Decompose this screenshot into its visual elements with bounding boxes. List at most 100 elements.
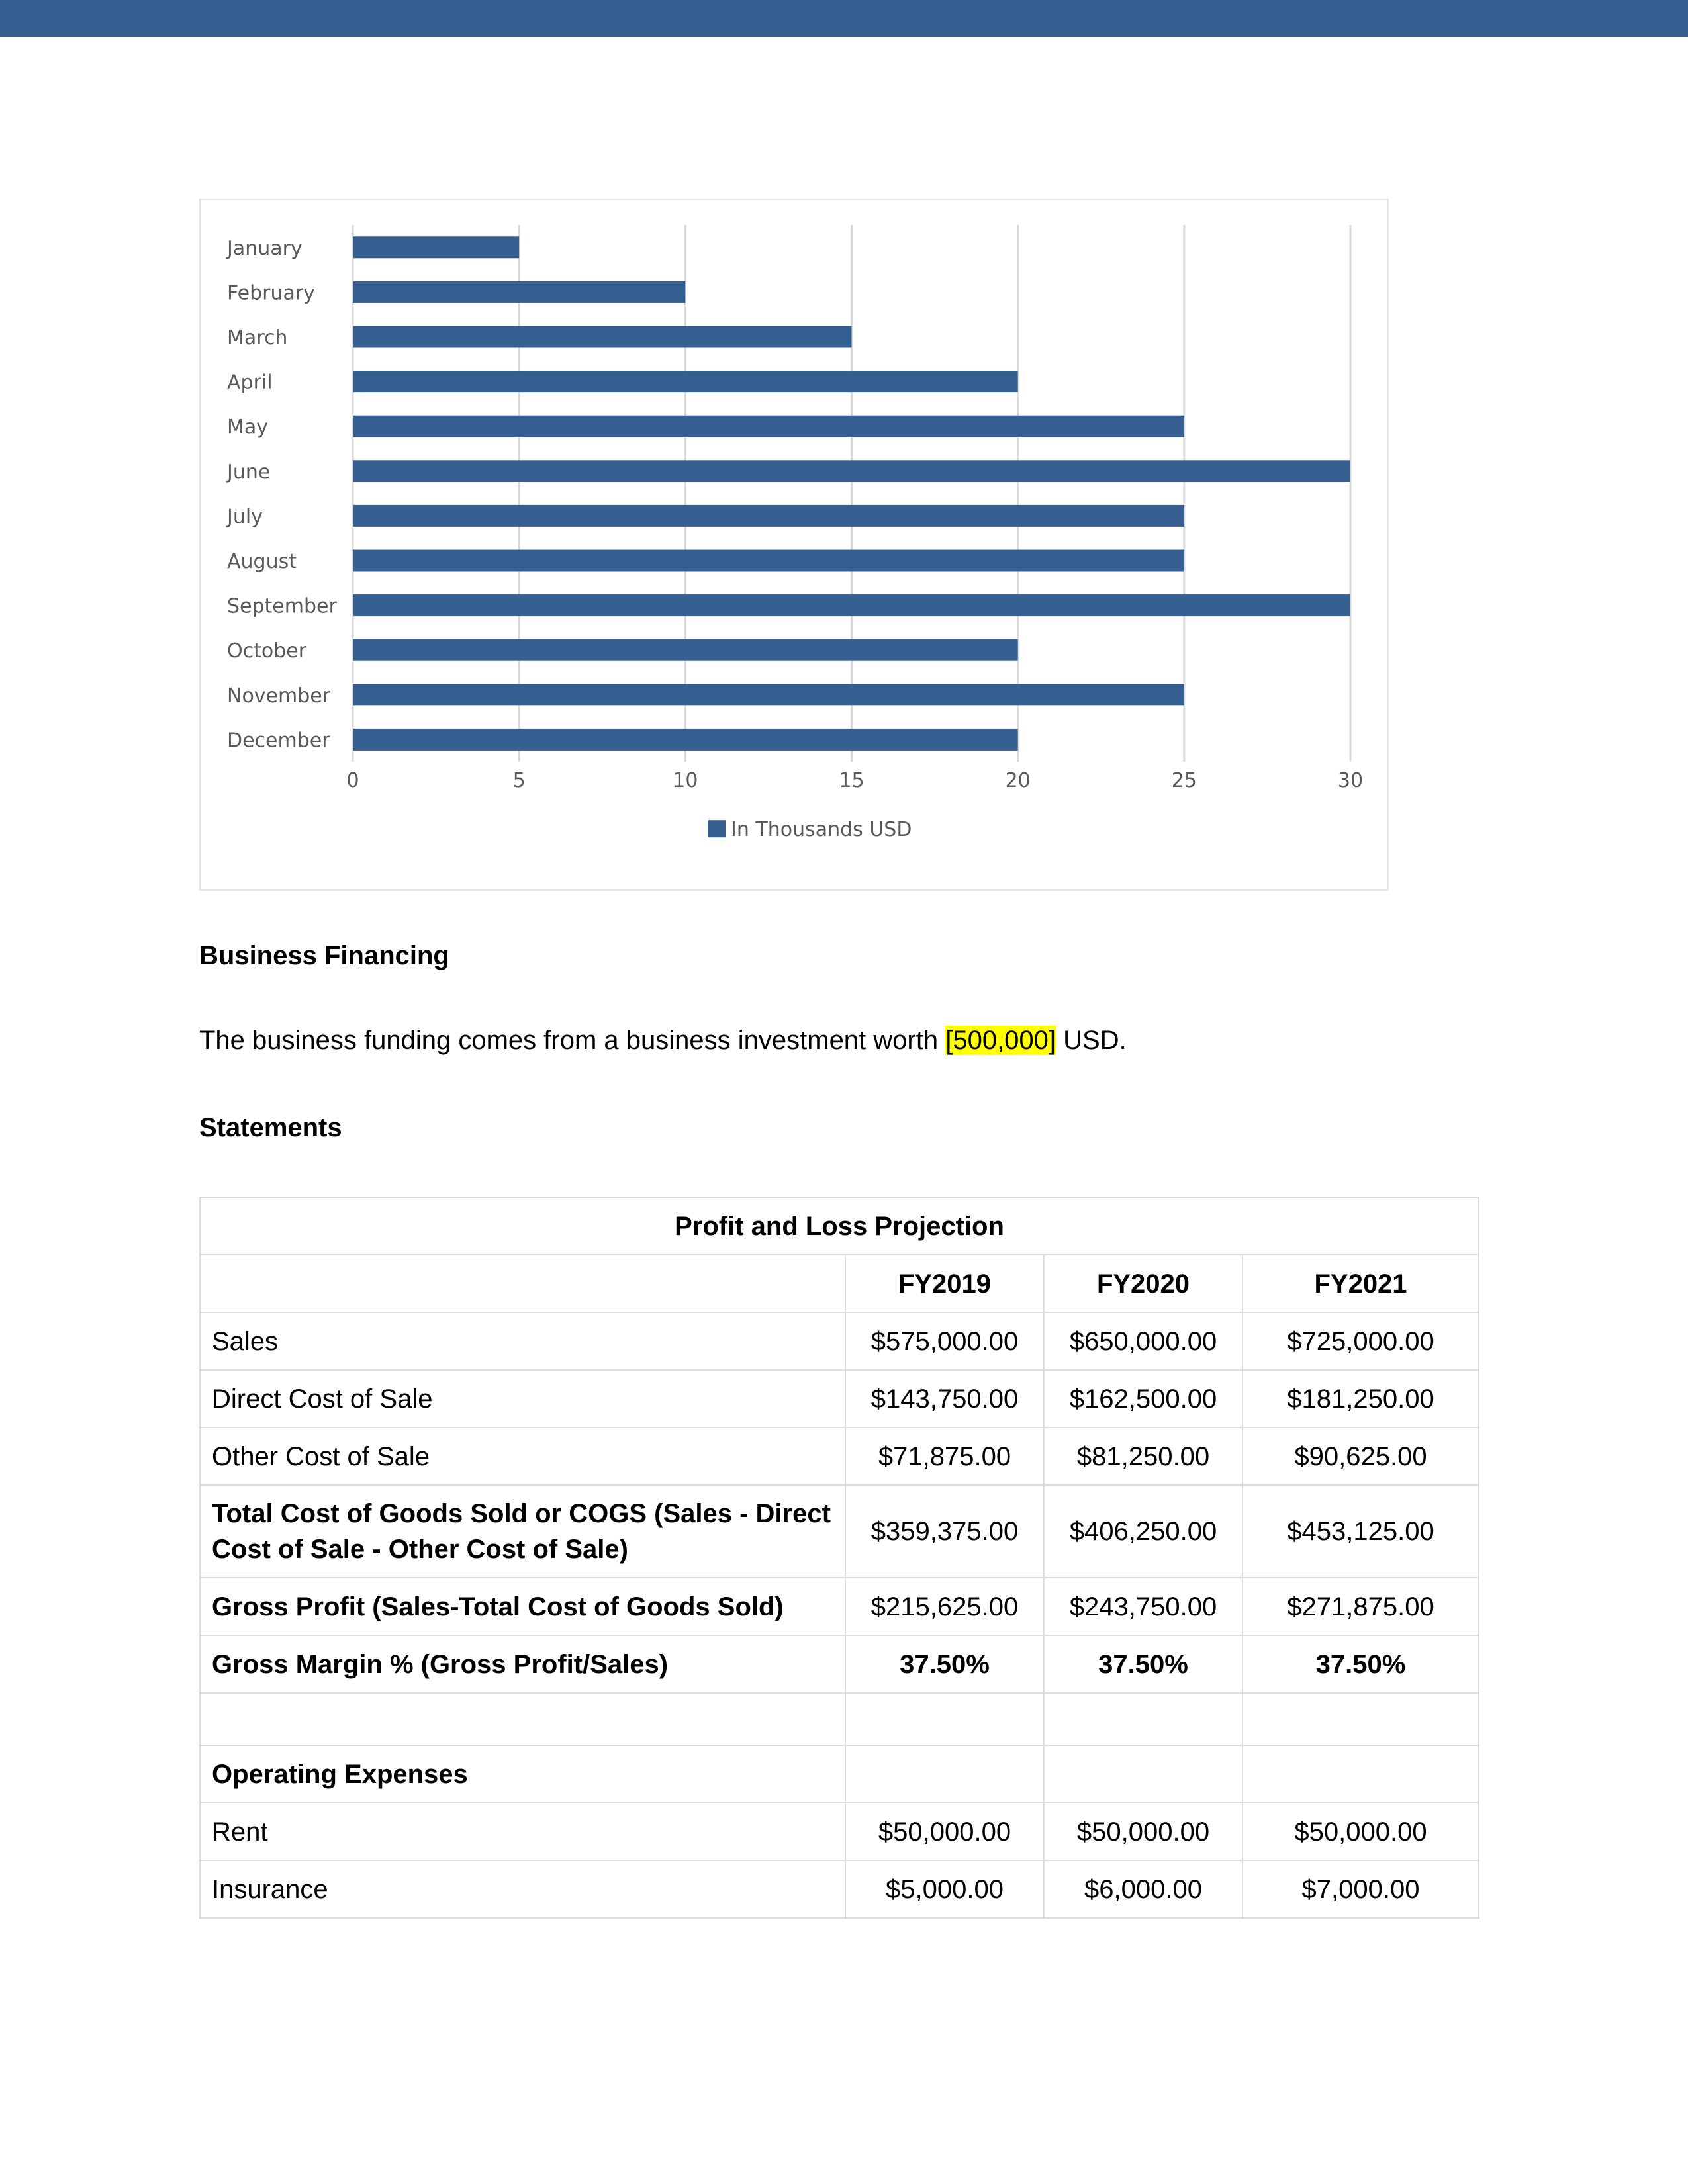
- cell-value: $7,000.00: [1241, 1860, 1480, 1919]
- header-fy2021: FY2021: [1241, 1254, 1480, 1313]
- cell-value: [845, 1692, 1045, 1746]
- cell-value: $243,750.00: [1043, 1577, 1243, 1636]
- bar-june: [353, 460, 1350, 482]
- category-label-december: December: [227, 729, 330, 752]
- financing-paragraph: The business funding comes from a busine…: [199, 1026, 1127, 1056]
- table-row-direct-cost: Direct Cost of Sale $143,750.00 $162,500…: [199, 1369, 1480, 1428]
- legend-label: In Thousands USD: [731, 818, 912, 841]
- cell-value: $90,625.00: [1241, 1427, 1480, 1486]
- chart-svg: January February March April May June July Augu…: [226, 225, 1363, 841]
- bar-october: [353, 639, 1018, 661]
- table-row-other-cost: Other Cost of Sale $71,875.00 $81,250.00…: [199, 1427, 1480, 1486]
- table-row-insurance: Insurance $5,000.00 $6,000.00 $7,000.00: [199, 1860, 1480, 1919]
- category-label-july: July: [226, 505, 263, 528]
- business-financing-heading: Business Financing: [199, 941, 449, 970]
- bar-november: [353, 684, 1184, 706]
- cell-value: $50,000.00: [845, 1802, 1045, 1861]
- cell-value: [1043, 1692, 1243, 1746]
- financing-text-before: The business funding comes from a busine…: [199, 1026, 946, 1055]
- profit-loss-table: Profit and Loss Projection FY2019 FY2020…: [199, 1197, 1480, 1919]
- tick-label-30: 30: [1338, 769, 1363, 792]
- row-label: Rent: [199, 1802, 846, 1861]
- header-empty-cell: [199, 1254, 846, 1313]
- row-label: Sales: [199, 1312, 846, 1371]
- category-label-may: May: [227, 416, 268, 439]
- category-label-april: April: [227, 371, 273, 394]
- financing-text-after: USD.: [1056, 1026, 1127, 1055]
- row-label: Total Cost of Goods Sold or COGS (Sales …: [199, 1484, 846, 1578]
- category-label-january: January: [226, 237, 303, 260]
- cell-value: $143,750.00: [845, 1369, 1045, 1428]
- statements-heading: Statements: [199, 1113, 342, 1142]
- legend-swatch: [708, 820, 726, 838]
- bar-march: [353, 326, 852, 348]
- bar-july: [353, 504, 1184, 527]
- tick-label-20: 20: [1006, 769, 1031, 792]
- table-row-rent: Rent $50,000.00 $50,000.00 $50,000.00: [199, 1802, 1480, 1861]
- cell-value: $181,250.00: [1241, 1369, 1480, 1428]
- tick-label-25: 25: [1172, 769, 1197, 792]
- table-row-sales: Sales $575,000.00 $650,000.00 $725,000.0…: [199, 1312, 1480, 1371]
- cell-value: $650,000.00: [1043, 1312, 1243, 1371]
- cell-value: [1241, 1692, 1480, 1746]
- cell-value: $50,000.00: [1043, 1802, 1243, 1861]
- category-label-june: June: [226, 461, 270, 484]
- category-label-october: October: [227, 639, 307, 662]
- table-row-operating-expenses: Operating Expenses: [199, 1745, 1480, 1803]
- bar-april: [353, 371, 1018, 393]
- tick-label-5: 5: [513, 769, 526, 792]
- bar-january: [353, 236, 520, 259]
- cell-value: [1043, 1745, 1243, 1803]
- category-label-march: March: [227, 326, 287, 349]
- cell-value: $359,375.00: [845, 1484, 1045, 1578]
- row-label: Gross Margin % (Gross Profit/Sales): [199, 1635, 846, 1694]
- cell-value: $6,000.00: [1043, 1860, 1243, 1919]
- bar-may: [353, 415, 1184, 437]
- table-row-gross-margin: Gross Margin % (Gross Profit/Sales) 37.5…: [199, 1635, 1480, 1694]
- tick-label-15: 15: [839, 769, 864, 792]
- bar-february: [353, 281, 686, 303]
- cell-value: 37.50%: [845, 1635, 1045, 1694]
- monthly-sales-chart: January February March April May June July Augu…: [199, 199, 1389, 891]
- cell-value: $725,000.00: [1241, 1312, 1480, 1371]
- cell-value: 37.50%: [1043, 1635, 1243, 1694]
- tick-label-0: 0: [346, 769, 359, 792]
- cell-value: $453,125.00: [1241, 1484, 1480, 1578]
- cell-value: $81,250.00: [1043, 1427, 1243, 1486]
- cell-value: $5,000.00: [845, 1860, 1045, 1919]
- table-header-row: FY2019 FY2020 FY2021: [199, 1254, 1480, 1313]
- cell-value: $50,000.00: [1241, 1802, 1480, 1861]
- table-title: Profit and Loss Projection: [199, 1197, 1480, 1255]
- cell-value: 37.50%: [1241, 1635, 1480, 1694]
- cell-value: $71,875.00: [845, 1427, 1045, 1486]
- cell-value: [845, 1745, 1045, 1803]
- category-label-february: February: [227, 281, 315, 304]
- table-row-cogs: Total Cost of Goods Sold or COGS (Sales …: [199, 1484, 1480, 1578]
- row-label: Direct Cost of Sale: [199, 1369, 846, 1428]
- cell-value: $406,250.00: [1043, 1484, 1243, 1578]
- bar-december: [353, 728, 1018, 751]
- bar-august: [353, 549, 1184, 572]
- category-label-august: August: [227, 550, 297, 573]
- table-title-row: Profit and Loss Projection: [199, 1197, 1480, 1255]
- row-label: Gross Profit (Sales-Total Cost of Goods …: [199, 1577, 846, 1636]
- tick-label-10: 10: [673, 769, 698, 792]
- category-label-september: September: [227, 595, 337, 618]
- investment-amount-highlight: [500,000]: [945, 1026, 1056, 1055]
- cell-value: $271,875.00: [1241, 1577, 1480, 1636]
- table-row-spacer: [199, 1692, 1480, 1746]
- bar-september: [353, 594, 1350, 617]
- table-row-gross-profit: Gross Profit (Sales-Total Cost of Goods …: [199, 1577, 1480, 1636]
- cell-value: $575,000.00: [845, 1312, 1045, 1371]
- header-fy2020: FY2020: [1043, 1254, 1243, 1313]
- header-band: [0, 0, 1688, 37]
- category-label-november: November: [227, 684, 331, 707]
- row-label: [199, 1692, 846, 1746]
- cell-value: [1241, 1745, 1480, 1803]
- cell-value: $162,500.00: [1043, 1369, 1243, 1428]
- row-label: Other Cost of Sale: [199, 1427, 846, 1486]
- cell-value: $215,625.00: [845, 1577, 1045, 1636]
- row-label: Insurance: [199, 1860, 846, 1919]
- header-fy2019: FY2019: [845, 1254, 1045, 1313]
- row-label: Operating Expenses: [199, 1745, 846, 1803]
